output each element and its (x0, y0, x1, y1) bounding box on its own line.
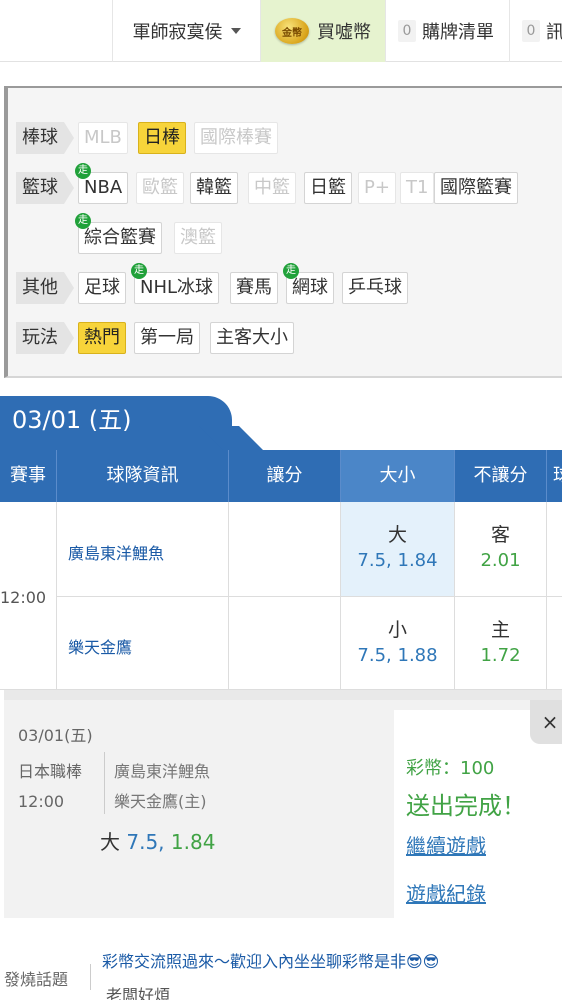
filter-pplus[interactable]: P+ (358, 172, 396, 204)
over-odds-button[interactable]: 大 7.5, 1.84 (341, 502, 454, 596)
team-away[interactable]: 廣島東洋鯉魚 (68, 540, 164, 564)
category-basketball: 籃球 (16, 172, 74, 204)
filter-china-basketball[interactable]: 中籃 (248, 172, 296, 204)
filter-soccer[interactable]: 足球 (78, 272, 126, 304)
over-label: 大 (387, 524, 407, 546)
pick-label: 大 (100, 830, 120, 854)
filter-nba[interactable]: 走 NBA (75, 163, 129, 204)
filter-korea-basketball[interactable]: 韓籃 (190, 172, 238, 204)
category-baseball: 棒球 (16, 122, 74, 154)
continue-game-link[interactable]: 繼續遊戲 (406, 830, 486, 859)
filter-horse-racing[interactable]: 賽馬 (230, 272, 278, 304)
confirm-date: 03/01(五) (18, 726, 93, 745)
filter-first-inning[interactable]: 第一局 (134, 322, 200, 354)
bet-confirmation-panel: 03/01(五) 日本職棒 12:00 廣島東洋鯉魚 樂天金鷹(主) 大 7.5… (4, 690, 562, 922)
col-ball: 球 (546, 450, 562, 502)
team-home[interactable]: 樂天金鷹 (68, 634, 132, 658)
bet-list-label: 購牌清單 (422, 22, 494, 43)
filter-tennis[interactable]: 走 網球 (283, 263, 334, 304)
home-moneyline-value: 1.72 (480, 645, 521, 666)
confirm-pick: 大 7.5, 1.84 (100, 826, 215, 855)
message-button[interactable]: 0 訊 (509, 0, 562, 62)
odds-table-body: 12:00 廣島東洋鯉魚 大 7.5, 1.84 客 2.01 樂天金鷹 小 7… (0, 502, 562, 690)
date-tab: 03/01 (五) (0, 396, 232, 452)
close-icon[interactable]: × (530, 700, 562, 744)
game-history-link[interactable]: 遊戲紀錄 (406, 878, 486, 907)
date-header: 03/01 (五) (0, 396, 562, 452)
live-badge: 走 (131, 263, 147, 279)
user-name: 軍師寂寞侯 (132, 22, 223, 43)
hot-topics-label: 發燒話題 (4, 970, 69, 989)
filter-intl-basketball[interactable]: 國際籃賽 (434, 172, 518, 204)
submit-status: 送出完成！ (406, 792, 526, 820)
home-label: 主 (490, 619, 510, 641)
filter-euro-basketball[interactable]: 歐籃 (136, 172, 184, 204)
hot-topics-bar: 發燒話題 彩幣交流照過來～歡迎入內坐坐聊彩幣是非😎😎 老闆好煩 (0, 936, 562, 1000)
coin-icon: 金幣 (275, 18, 309, 44)
col-spread: 讓分 (228, 450, 340, 502)
filter-intl-baseball[interactable]: 國際棒賽 (194, 122, 278, 154)
live-badge: 走 (283, 263, 299, 279)
away-moneyline-button[interactable]: 客 2.01 (455, 502, 546, 596)
hot-topic-author: 老闆好煩 (106, 986, 171, 1000)
top-nav: 軍師寂寞侯 金幣 買噓幣 0 購牌清單 0 訊 (0, 0, 562, 62)
filter-japan-baseball[interactable]: 日棒 (138, 122, 186, 154)
filter-nba-label: NBA (84, 177, 123, 198)
hot-topic-link[interactable]: 彩幣交流照過來～歡迎入內坐坐聊彩幣是非😎😎 (102, 948, 439, 972)
filter-mixed-basketball-label: 綜合籃賽 (84, 227, 156, 248)
live-badge: 走 (75, 213, 91, 229)
sport-filter-panel: 棒球 MLB 日棒 國際棒賽 籃球 走 NBA 歐籃 韓籃 中籃 日籃 P+ T… (4, 86, 562, 378)
pick-line: 7.5, (126, 830, 165, 854)
filter-home-away-total[interactable]: 主客大小 (210, 322, 294, 354)
filter-table-tennis[interactable]: 乒乓球 (342, 272, 408, 304)
divider (90, 964, 91, 990)
confirm-team-home: 樂天金鷹(主) (114, 792, 207, 811)
filter-mixed-basketball[interactable]: 走 綜合籃賽 (75, 213, 162, 254)
user-menu[interactable]: 軍師寂寞侯 (112, 0, 260, 62)
live-badge: 走 (75, 163, 91, 179)
col-team-info: 球隊資訊 (56, 450, 228, 502)
filter-hot[interactable]: 熱門 (78, 322, 126, 354)
away-moneyline-value: 2.01 (480, 550, 521, 571)
col-total: 大小 (340, 450, 454, 502)
divider (104, 752, 105, 814)
coin-balance: 彩幣：100 (406, 758, 495, 779)
bet-list-count: 0 (398, 20, 416, 42)
buy-coin-button[interactable]: 金幣 買噓幣 (260, 0, 385, 62)
under-value: 7.5, 1.88 (357, 645, 438, 666)
home-moneyline-button[interactable]: 主 1.72 (455, 597, 546, 690)
over-value: 7.5, 1.84 (357, 550, 438, 571)
under-odds-button[interactable]: 小 7.5, 1.88 (341, 597, 454, 690)
confirm-time: 12:00 (18, 792, 65, 811)
pick-odds: 1.84 (170, 830, 216, 854)
game-time: 12:00 (0, 588, 47, 607)
filter-aus-basketball[interactable]: 澳籃 (174, 222, 222, 254)
col-moneyline: 不讓分 (454, 450, 546, 502)
filter-japan-basketball[interactable]: 日籃 (304, 172, 352, 204)
under-label: 小 (387, 619, 407, 641)
category-play-type: 玩法 (16, 322, 74, 354)
buy-coin-label: 買噓幣 (317, 22, 371, 43)
filter-tennis-label: 網球 (292, 277, 328, 298)
confirm-team-away: 廣島東洋鯉魚 (114, 762, 211, 781)
page: 軍師寂寞侯 金幣 買噓幣 0 購牌清單 0 訊 棒球 MLB 日棒 國際棒賽 籃… (0, 0, 562, 1000)
bet-list-button[interactable]: 0 購牌清單 (385, 0, 509, 62)
away-label: 客 (490, 524, 510, 546)
filter-mlb[interactable]: MLB (78, 122, 128, 154)
col-event: 賽事 (10, 465, 46, 486)
category-other: 其他 (16, 272, 74, 304)
message-count: 0 (522, 20, 540, 42)
filter-nhl-label: NHL冰球 (140, 277, 214, 298)
filter-nhl[interactable]: 走 NHL冰球 (131, 263, 220, 304)
message-label: 訊 (546, 22, 562, 43)
filter-t1[interactable]: T1 (400, 172, 435, 204)
odds-table-header: 賽事 球隊資訊 讓分 大小 不讓分 球 (0, 450, 562, 502)
chevron-down-icon (230, 28, 241, 34)
confirm-league: 日本職棒 (18, 762, 83, 781)
